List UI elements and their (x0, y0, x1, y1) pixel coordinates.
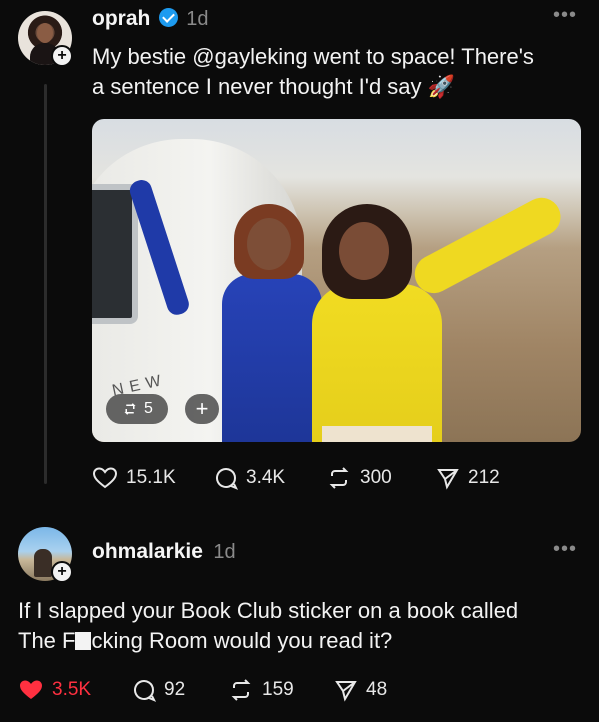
post-text: My bestie @gayleking went to space! Ther… (92, 42, 582, 102)
thread-line (44, 84, 47, 484)
mention-link[interactable]: @gayleking (192, 44, 307, 69)
share-icon (437, 469, 459, 490)
reply-share-count: 48 (366, 679, 388, 700)
add-chip-button[interactable]: + (185, 394, 219, 424)
reply-text: If I slapped your Book Club sticker on a… (18, 596, 588, 656)
reply-reply-count: 92 (164, 679, 186, 700)
share-count: 212 (468, 467, 500, 488)
more-icon[interactable]: ••• (553, 4, 577, 27)
repost-button[interactable]: 300 (326, 466, 392, 490)
follow-plus-icon[interactable]: + (51, 45, 73, 67)
person-right (312, 191, 568, 442)
repost-icon (124, 403, 136, 415)
reply-share-button[interactable]: 48 (334, 678, 387, 702)
reply-reply-button[interactable]: 92 (132, 678, 185, 702)
share-icon (335, 681, 357, 702)
rocket-icon: 🚀 (427, 74, 456, 99)
post-time: 1d (186, 8, 209, 30)
repost-icon (231, 679, 251, 701)
reply-time: 1d (213, 541, 236, 563)
like-button[interactable]: 15.1K (92, 466, 176, 490)
reply-repost-button[interactable]: 159 (228, 678, 294, 702)
share-button[interactable]: 212 (436, 466, 500, 490)
reply-username[interactable]: ohmalarkie (92, 540, 203, 563)
censor-block-icon (75, 632, 92, 650)
comment-icon (134, 680, 156, 702)
repost-chip-count: 5 (144, 400, 153, 417)
reply-count: 3.4K (246, 467, 286, 488)
reply-button[interactable]: 3.4K (214, 466, 285, 490)
reply-repost-count: 159 (262, 679, 294, 700)
post-text-segment: My bestie (92, 44, 193, 69)
comment-icon (216, 468, 238, 490)
reply-header: ohmalarkie 1d (92, 540, 236, 564)
reply-more-icon[interactable]: ••• (553, 538, 577, 561)
reply-text-line: If I slapped your Book Club sticker on a… (18, 598, 519, 623)
post-text-segment: a sentence I never thought I'd say (92, 74, 422, 99)
post-text-segment: went to space! There's (307, 44, 534, 69)
repost-icon (329, 467, 349, 489)
repost-count: 300 (360, 467, 392, 488)
post-photo[interactable]: NEW 5 + (92, 119, 581, 442)
heart-filled-icon (20, 680, 42, 699)
post-username[interactable]: oprah (92, 7, 150, 30)
heart-icon (92, 467, 118, 489)
verified-icon (158, 8, 178, 27)
reply-text-segment: cking Room would you read it? (91, 628, 393, 653)
like-count: 15.1K (126, 467, 176, 488)
plus-icon: + (195, 396, 209, 421)
repost-count-chip[interactable]: 5 (106, 394, 168, 424)
post-header: oprah 1d (92, 7, 209, 31)
reply-text-segment: The F (18, 628, 76, 653)
reply-like-count: 3.5K (52, 679, 92, 700)
reply-like-button[interactable]: 3.5K (18, 678, 91, 702)
follow-plus-icon[interactable]: + (51, 561, 73, 583)
